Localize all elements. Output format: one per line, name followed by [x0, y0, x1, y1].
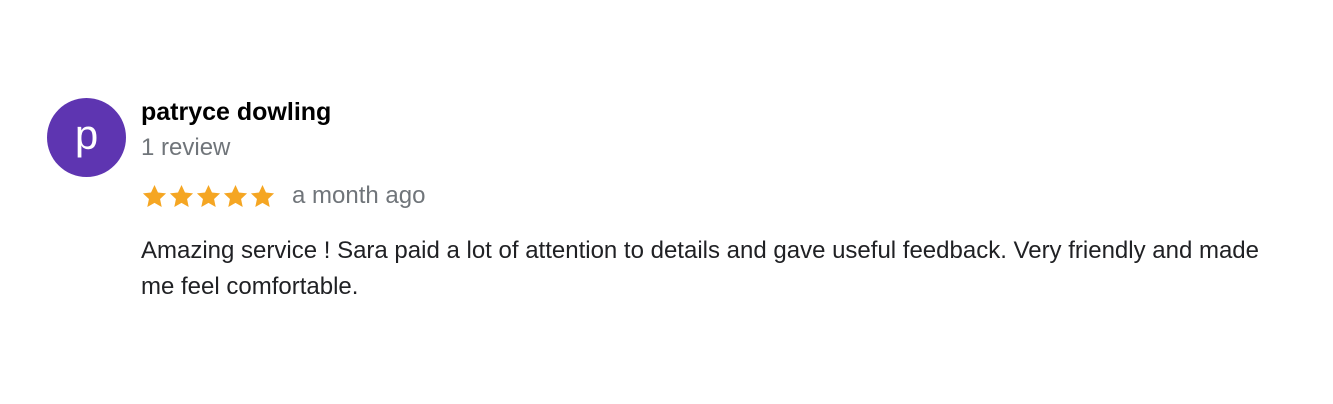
- star-icon: [223, 184, 248, 207]
- star-icon: [169, 184, 194, 207]
- rating-row: a month ago: [141, 182, 425, 210]
- review-text: Amazing service ! Sara paid a lot of att…: [141, 237, 1260, 300]
- author-review-count[interactable]: 1 review: [141, 134, 230, 162]
- avatar-letter: p: [74, 110, 99, 158]
- author-name[interactable]: patryce dowling: [141, 98, 331, 127]
- review-time: a month ago: [292, 182, 426, 209]
- star-rating: [141, 183, 276, 210]
- avatar[interactable]: p: [47, 98, 126, 177]
- star-icon: [142, 184, 167, 207]
- star-icon: [196, 184, 221, 207]
- star-icon: [250, 184, 275, 207]
